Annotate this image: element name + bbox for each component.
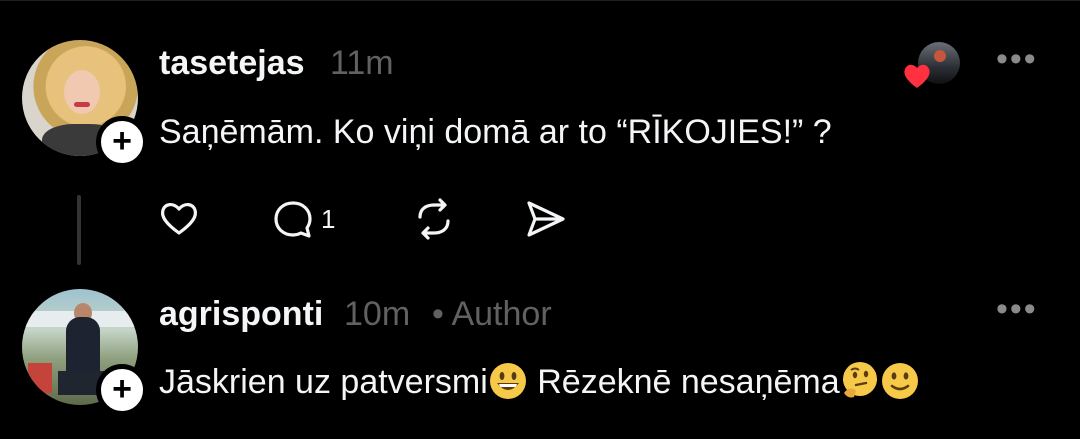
post-tasetejas: + tasetejas 11m Saņēmām. Ko viņi domā ar… xyxy=(0,0,1080,270)
grinning-face-emoji-icon xyxy=(489,363,526,399)
repost-icon xyxy=(418,198,450,240)
thread-line xyxy=(77,195,81,265)
author-label: • Author xyxy=(432,295,552,333)
reply-count: 1 xyxy=(321,203,336,234)
more-options-button[interactable]: ••• xyxy=(996,290,1038,329)
timestamp: 11m xyxy=(330,44,394,82)
send-icon xyxy=(527,201,565,237)
post-text: Jāskrien uz patversmi Rēzeknē nesaņēma xyxy=(159,361,920,402)
thinking-face-emoji-icon xyxy=(842,362,877,398)
follow-button[interactable]: + xyxy=(96,116,148,168)
reply-button[interactable]: 1 xyxy=(269,195,335,243)
comment-icon xyxy=(274,201,312,238)
follow-button[interactable]: + xyxy=(96,364,148,416)
like-button[interactable] xyxy=(155,195,203,243)
heart-icon xyxy=(160,203,198,235)
slightly-smiling-face-emoji-icon xyxy=(881,363,918,399)
share-button[interactable] xyxy=(521,195,569,243)
heart-badge-icon xyxy=(904,64,930,88)
more-options-button[interactable]: ••• xyxy=(996,40,1038,79)
timestamp: 10m xyxy=(344,295,411,333)
repost-button[interactable] xyxy=(410,195,458,243)
username[interactable]: tasetejas xyxy=(159,44,305,83)
username[interactable]: agrisponti xyxy=(159,295,323,334)
post-text: Saņēmām. Ko viņi domā ar to “RĪKOJIES!” … xyxy=(159,113,832,151)
